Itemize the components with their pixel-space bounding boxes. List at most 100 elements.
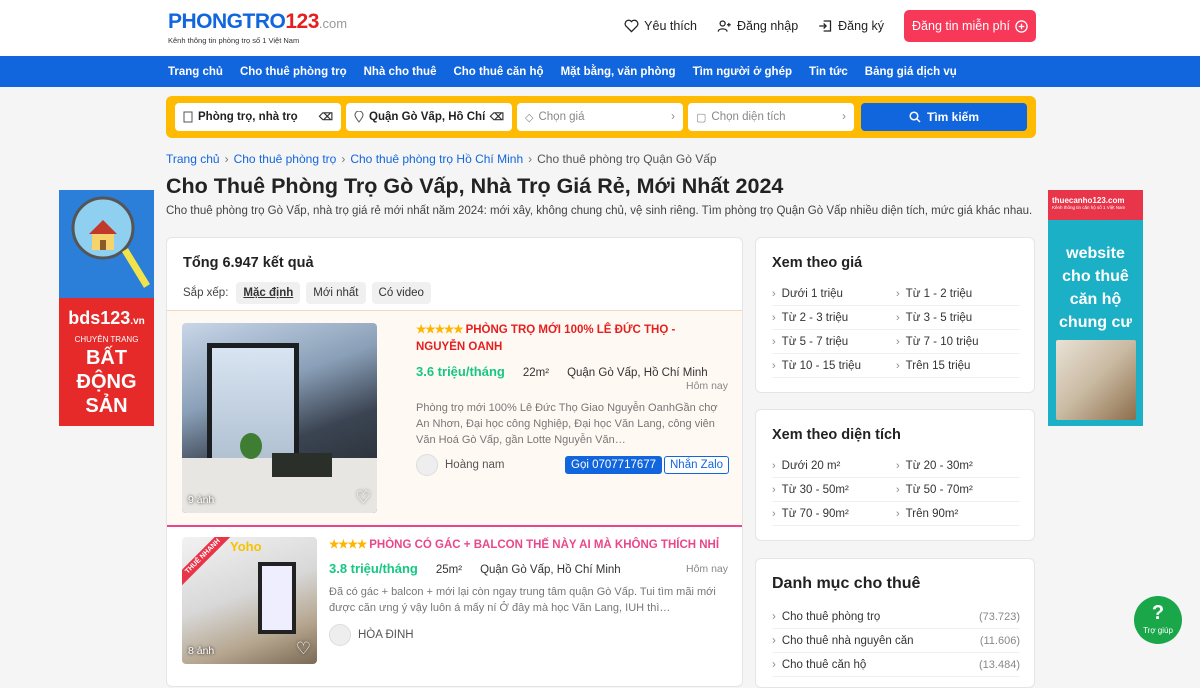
area-filter-label: Từ 20 - 30m²	[905, 459, 973, 472]
chevron-right-icon: ›	[896, 507, 900, 520]
area-filter-item[interactable]: › Dưới 20 m²	[772, 454, 896, 478]
price-filter-item[interactable]: › Từ 5 - 7 triệu	[772, 330, 896, 354]
sort-default[interactable]: Mặc định	[236, 282, 301, 304]
chevron-right-icon: ›	[896, 311, 900, 324]
price-filter-item[interactable]: › Từ 3 - 5 triệu	[896, 306, 1020, 330]
chevron-right-icon: ›	[772, 335, 776, 348]
zalo-button[interactable]: Nhắn Zalo	[664, 456, 730, 474]
area-filter-item[interactable]: › Từ 50 - 70m²	[896, 478, 1020, 502]
bds123-line4: SẢN	[85, 395, 128, 417]
clear-icon[interactable]: ⌫	[319, 112, 333, 123]
chevron-right-icon: ›	[896, 359, 900, 372]
login-label: Đăng nhập	[736, 19, 799, 33]
save-heart-icon[interactable]: ♡	[296, 639, 311, 659]
plus-circle-icon	[1015, 19, 1028, 33]
price-filter-item[interactable]: › Từ 10 - 15 triệu	[772, 354, 896, 378]
listing-card[interactable]: 9 ảnh ♡ ★★★★★ PHÒNG TRỌ MỚI 100% LÊ ĐỨC T…	[167, 310, 742, 525]
search-bar: Phòng trọ, nhà trọ ⌫ Quận Gò Vấp, Hồ Chí…	[166, 96, 1036, 138]
area-filter-item[interactable]: › Trên 90m²	[896, 502, 1020, 526]
price-filter-item[interactable]: › Từ 1 - 2 triệu	[896, 282, 1020, 306]
tag-icon: ◇	[525, 111, 534, 124]
register-link[interactable]: Đăng ký	[818, 19, 884, 33]
nav-rooms[interactable]: Cho thuê phòng trọ	[240, 66, 347, 78]
bds123-banner[interactable]: bds123.vn CHUYÊN TRANG BẤT ĐỘNG SẢN	[59, 190, 154, 426]
area-filter-item[interactable]: › Từ 30 - 50m²	[772, 478, 896, 502]
photo-count: 9 ảnh	[188, 494, 215, 506]
listing-title[interactable]: ★★★★ PHÒNG CÓ GÁC + BALCON THẾ NÀY AI MÀ …	[329, 537, 729, 554]
nav-roommates[interactable]: Tìm người ở ghép	[693, 66, 792, 78]
breadcrumb-sep: ›	[528, 152, 533, 166]
price-filter-label: Trên 15 triệu	[905, 359, 971, 372]
chevron-right-icon: ›	[896, 335, 900, 348]
area-icon: ▢	[696, 111, 707, 124]
price-filter-label: Từ 5 - 7 triệu	[781, 335, 849, 348]
price-filter-item[interactable]: › Dưới 1 triệu	[772, 282, 896, 306]
price-filter-label: Từ 10 - 15 triệu	[781, 359, 861, 372]
thuecanho-line2: cho thuê	[1062, 268, 1129, 285]
category-item[interactable]: › Cho thuê căn hộ (13.484)	[772, 653, 1020, 677]
avatar	[329, 624, 351, 646]
favorites-link[interactable]: Yêu thích	[624, 19, 697, 33]
location-pin-icon	[354, 111, 364, 123]
search-icon	[909, 111, 921, 123]
nav-home[interactable]: Trang chủ	[168, 66, 223, 78]
price-placeholder: Chọn giá	[538, 111, 585, 123]
listings-panel: Tổng 6.947 kết quả Sắp xếp: Mặc định Mới…	[166, 237, 743, 687]
area-filter-item[interactable]: › Từ 70 - 90m²	[772, 502, 896, 526]
price-filter-box: Xem theo giá › Dưới 1 triệu › Từ 1 - 2 tri…	[755, 237, 1035, 393]
area-filter-label: Trên 90m²	[905, 507, 959, 520]
chevron-right-icon: ›	[772, 459, 776, 472]
thuecanho123-banner[interactable]: thuecanho123.com Kênh thông tin căn hộ s…	[1048, 190, 1143, 426]
area-filter-box: Xem theo diện tích › Dưới 20 m² › Từ 20 - …	[755, 409, 1035, 541]
save-heart-icon[interactable]: ♡	[356, 488, 371, 508]
listing-location: Quận Gò Vấp, Hồ Chí Minh	[480, 564, 621, 576]
type-select[interactable]: Phòng trọ, nhà trọ ⌫	[175, 103, 341, 131]
bds123-line3: ĐỘNG	[76, 371, 137, 393]
breadcrumb-home[interactable]: Trang chủ	[166, 152, 220, 166]
breadcrumb-rooms[interactable]: Cho thuê phòng trọ	[234, 152, 337, 166]
area-filter-label: Từ 30 - 50m²	[781, 483, 849, 496]
listing-card[interactable]: THUÊ NHANH Yoho 8 ảnh ♡ ★★★★ PHÒNG CÓ GÁC…	[167, 525, 742, 686]
clear-icon[interactable]: ⌫	[490, 112, 504, 123]
nav-pricing[interactable]: Bảng giá dịch vụ	[865, 66, 957, 78]
area-select[interactable]: ▢ Chọn diện tích ›	[688, 103, 854, 131]
price-filter-item[interactable]: › Từ 7 - 10 triệu	[896, 330, 1020, 354]
site-logo[interactable]: PHONGTRO123.com Kênh thông tin phòng trọ…	[168, 11, 347, 46]
listing-title[interactable]: ★★★★★ PHÒNG TRỌ MỚI 100% LÊ ĐỨC THỌ - NGU…	[416, 322, 716, 356]
breadcrumb-hcm[interactable]: Cho thuê phòng trọ Hồ Chí Minh	[350, 152, 523, 166]
nav-apartments[interactable]: Cho thuê căn hộ	[453, 66, 543, 78]
category-label: Cho thuê nhà nguyên căn	[781, 634, 914, 647]
thuecanho-brand: thuecanho123.com	[1052, 196, 1125, 205]
search-button[interactable]: Tìm kiếm	[861, 103, 1027, 131]
star-rating-icon: ★★★★	[329, 539, 367, 551]
nav-premises[interactable]: Mặt bằng, văn phòng	[561, 66, 676, 78]
price-filter-item[interactable]: › Từ 2 - 3 triệu	[772, 306, 896, 330]
category-count: (11.606)	[979, 634, 1020, 647]
listing-photo[interactable]: 9 ảnh ♡	[182, 323, 377, 513]
thuecanho-line4: chung cư	[1059, 314, 1132, 331]
breadcrumb-current: Cho thuê phòng trọ Quận Gò Vấp	[537, 152, 717, 166]
category-item[interactable]: › Cho thuê phòng trọ (73.723)	[772, 605, 1020, 629]
ribbon-badge: THUÊ NHANH	[182, 537, 238, 591]
chevron-right-icon: ›	[896, 287, 900, 300]
help-button[interactable]: ? Trợ giúp	[1134, 596, 1182, 644]
chevron-right-icon: ›	[772, 483, 776, 496]
nav-houses[interactable]: Nhà cho thuê	[364, 66, 437, 78]
area-filter-item[interactable]: › Từ 20 - 30m²	[896, 454, 1020, 478]
login-link[interactable]: Đăng nhập	[717, 19, 798, 33]
price-select[interactable]: ◇ Chọn giá ›	[517, 103, 683, 131]
nav-news[interactable]: Tin tức	[809, 66, 848, 78]
price-filter-item[interactable]: › Trên 15 triệu	[896, 354, 1020, 378]
post-free-button[interactable]: Đăng tin miễn phí	[904, 10, 1036, 42]
category-item[interactable]: › Cho thuê nhà nguyên căn (11.606)	[772, 629, 1020, 653]
area-filter-title: Xem theo diện tích	[772, 427, 901, 443]
logo-tagline: Kênh thông tin phòng trọ số 1 Việt Nam	[168, 36, 300, 45]
thuecanho-line1: website	[1066, 245, 1125, 262]
chevron-right-icon: ›	[772, 507, 776, 520]
sort-newest[interactable]: Mới nhất	[306, 282, 366, 304]
call-button[interactable]: Gọi 0707717677	[565, 456, 663, 474]
listing-photo[interactable]: THUÊ NHANH Yoho 8 ảnh ♡	[182, 537, 317, 664]
chevron-right-icon: ›	[772, 359, 776, 372]
sort-video[interactable]: Có video	[371, 282, 431, 304]
location-select[interactable]: Quận Gò Vấp, Hồ Chí … ⌫	[346, 103, 512, 131]
